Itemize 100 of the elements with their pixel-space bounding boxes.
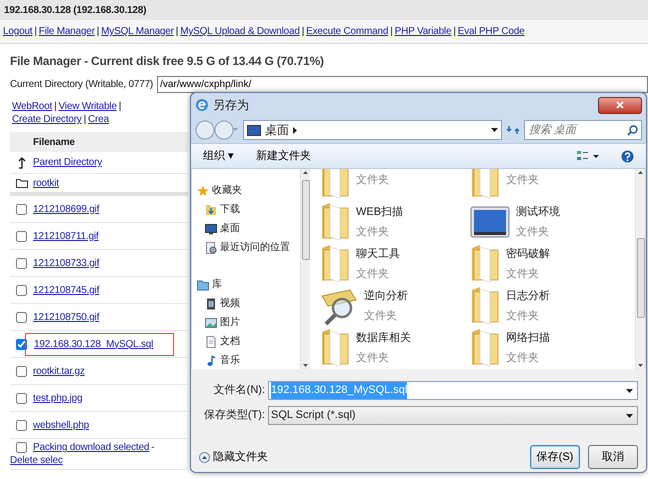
folder-name[interactable]: 逆向分析 <box>364 288 408 304</box>
folder-name[interactable]: 网络扫描 <box>506 330 550 346</box>
action-link[interactable]: Delete selec <box>10 454 63 467</box>
folder-type: 文件夹 <box>516 224 550 240</box>
checkbox[interactable] <box>16 312 27 322</box>
scrollbar[interactable] <box>635 169 645 369</box>
view-button[interactable] <box>577 150 599 162</box>
folder-name[interactable]: 聊天工具 <box>356 246 400 262</box>
checkbox[interactable] <box>16 442 27 453</box>
nav-link[interactable]: PHP Variable <box>394 26 452 37</box>
address-bar[interactable]: 桌面 <box>243 120 502 140</box>
help-button[interactable] <box>621 150 634 162</box>
checkbox[interactable] <box>16 284 27 296</box>
separator-text: | <box>34 26 37 37</box>
folder-type: 文件夹 <box>356 266 390 282</box>
cancel-button[interactable]: 取消 <box>588 445 638 469</box>
nav-tree-item[interactable]: 图片 <box>220 315 240 330</box>
search-field[interactable]: 搜索 桌面 <box>524 120 642 140</box>
folder-type: 文件夹 <box>364 308 398 324</box>
checkbox[interactable] <box>16 366 27 376</box>
nav-link[interactable]: MySQL Upload & Download <box>180 26 300 37</box>
nav-tree-item[interactable]: 库 <box>212 277 222 292</box>
action-link[interactable]: Packing download selected <box>33 441 150 454</box>
refresh-button[interactable] <box>506 123 520 137</box>
file-link[interactable]: 1212108699.gif <box>33 202 100 216</box>
folder-icon <box>320 202 350 242</box>
file-link[interactable]: 1212108733.gif <box>33 256 100 270</box>
help-icon <box>621 150 634 162</box>
file-link[interactable]: Parent Directory <box>33 155 102 170</box>
folder-name[interactable]: 密码破解 <box>506 246 550 262</box>
nav-tree-item[interactable]: 下载 <box>220 202 240 217</box>
separator-text: | <box>96 26 100 37</box>
nav-link[interactable]: Eval PHP Code <box>458 26 524 37</box>
nav-link[interactable]: WebRoot <box>12 100 52 113</box>
document-icon <box>205 336 217 348</box>
file-link[interactable]: 192.168.30.128_MySQL.sql <box>25 332 174 356</box>
directory-field[interactable]: /var/www/cxphp/link/ <box>157 76 648 93</box>
film-icon <box>205 298 217 310</box>
scrollbar[interactable] <box>300 169 310 369</box>
nav-link[interactable]: View Writable <box>58 100 117 113</box>
directory-label: Current Directory (Writable, 0777) <box>10 78 154 92</box>
nav-link[interactable]: Execute Command <box>306 26 388 37</box>
file-type-dropdown[interactable]: SQL Script (*.sql) <box>268 406 638 425</box>
separator-text: | <box>176 26 178 37</box>
folder-type: 文件夹 <box>506 266 540 282</box>
page-title: 192.168.30.128 (192.168.30.128) <box>0 0 648 20</box>
music-note-icon <box>205 354 217 366</box>
folder-type: 文件夹 <box>356 172 389 188</box>
file-link[interactable]: rootkit.tar.gz <box>33 364 85 378</box>
checkbox[interactable] <box>16 230 27 242</box>
folder-name[interactable]: 数据库相关 <box>356 330 411 346</box>
file-link[interactable]: webshell.php <box>33 418 89 432</box>
folder-icon <box>320 244 350 284</box>
nav-tree-item[interactable]: 收藏夹 <box>212 183 242 198</box>
file-link[interactable]: 1212108750.gif <box>33 310 100 324</box>
nav-link[interactable]: Create Directory <box>12 113 82 126</box>
nav-tree-item[interactable]: 视频 <box>220 296 240 311</box>
nav-link[interactable]: MySQL Manager <box>101 26 174 37</box>
separator-text: | <box>302 26 304 37</box>
file-link[interactable]: test.php.jpg <box>33 390 82 406</box>
nav-tree-item[interactable]: 文档 <box>220 334 240 349</box>
checkbox[interactable] <box>16 204 27 214</box>
folder-name[interactable]: 测试环境 <box>516 204 560 220</box>
folder-name[interactable]: 日志分析 <box>506 288 550 304</box>
close-button[interactable] <box>598 96 642 114</box>
folder-icon <box>470 286 500 326</box>
nav-link[interactable]: Logout <box>3 26 32 37</box>
new-folder-button[interactable]: 新建文件夹 <box>256 148 312 164</box>
separator-text: | <box>390 26 393 37</box>
organize-menu[interactable]: 组织 ▾ <box>203 148 234 164</box>
search-icon <box>627 124 638 136</box>
nav-tree-item[interactable]: 音乐 <box>220 353 240 368</box>
file-link[interactable]: rootkit <box>33 176 59 190</box>
star-icon <box>197 184 209 196</box>
folder-icon <box>16 178 28 188</box>
back-forward-icon <box>195 120 239 140</box>
checkbox[interactable] <box>16 258 27 268</box>
file-link[interactable]: 1212108745.gif <box>33 282 100 298</box>
scroll-down-icon <box>638 364 643 367</box>
save-button[interactable]: 保存(S) <box>530 445 580 469</box>
field-label: 文件名(N): <box>212 382 265 398</box>
separator-text: | <box>453 26 456 37</box>
checkbox[interactable] <box>16 392 27 404</box>
nav-tree-item[interactable]: 最近访问的位置 <box>220 240 290 255</box>
caret-icon <box>626 388 633 392</box>
folder-type: 文件夹 <box>356 350 390 366</box>
checkbox[interactable] <box>16 338 27 350</box>
hide-folders-toggle[interactable]: 隐藏文件夹 <box>199 448 268 466</box>
desktop-icon <box>247 124 261 136</box>
nav-link[interactable]: File Manager <box>38 26 95 37</box>
view-list-icon <box>577 150 599 162</box>
checkbox[interactable] <box>16 420 27 430</box>
separator-text: | <box>84 113 86 126</box>
download-folder-icon <box>205 204 217 216</box>
nav-tree-item[interactable]: 桌面 <box>220 221 240 236</box>
chevron-icon <box>293 126 297 134</box>
nav-link[interactable]: Crea <box>88 113 109 126</box>
address-location[interactable]: 桌面 <box>265 121 289 139</box>
folder-name[interactable]: WEB扫描 <box>356 204 404 220</box>
file-link[interactable]: 1212108711.gif <box>33 228 98 244</box>
